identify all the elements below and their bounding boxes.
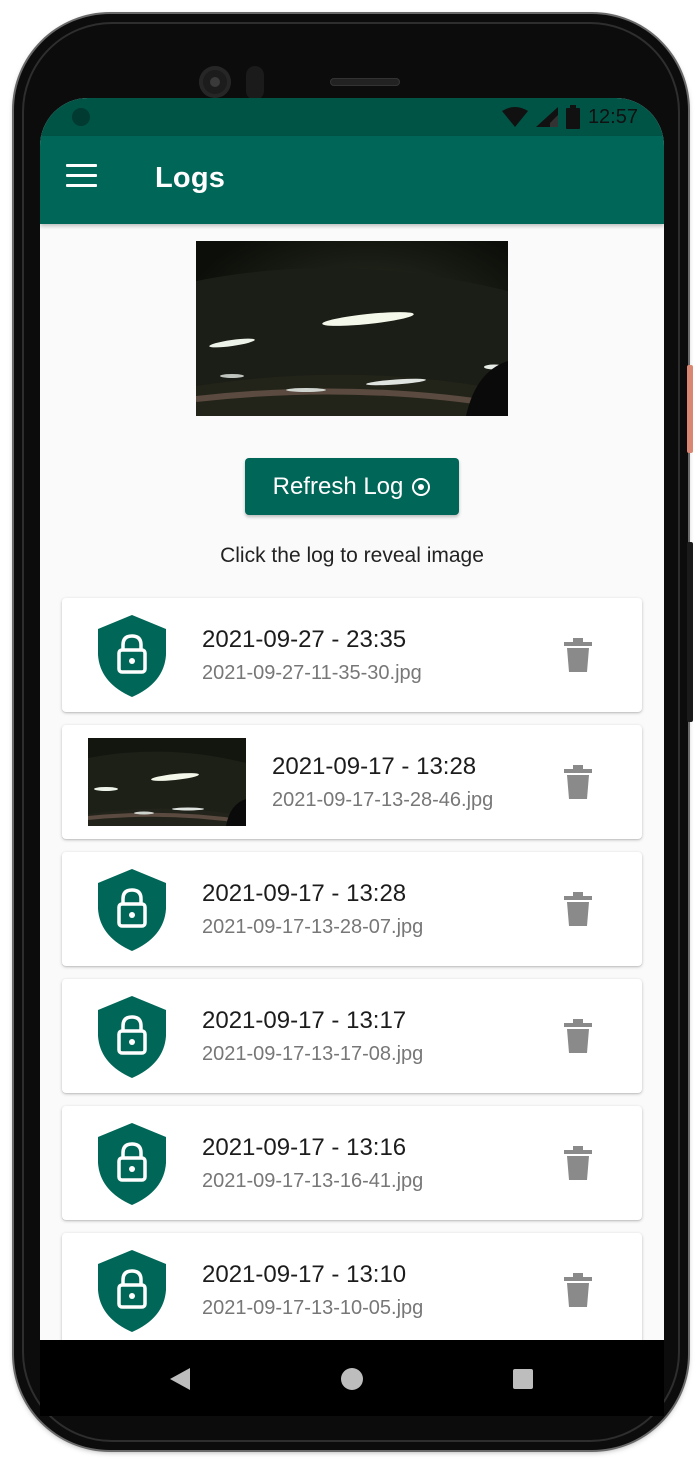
status-bar: 12:57 bbox=[40, 98, 664, 136]
refresh-log-button[interactable]: Refresh Log bbox=[245, 458, 459, 515]
hamburger-menu-icon[interactable] bbox=[66, 164, 100, 196]
refresh-log-label: Refresh Log bbox=[272, 472, 404, 500]
recents-icon[interactable] bbox=[513, 1369, 533, 1389]
log-filename: 2021-09-17-13-16-41.jpg bbox=[202, 1170, 424, 1192]
app-bar: Logs bbox=[40, 136, 664, 224]
log-item[interactable]: 2021-09-17 - 13:16 2021-09-17-13-16-41.j… bbox=[62, 1106, 642, 1220]
trash-icon[interactable] bbox=[564, 892, 592, 926]
locked-shield-icon bbox=[98, 1250, 166, 1332]
log-filename: 2021-09-27-11-35-30.jpg bbox=[202, 662, 422, 684]
battery-icon bbox=[565, 105, 580, 129]
earpiece-speaker bbox=[330, 78, 400, 86]
refresh-circle-icon bbox=[412, 477, 431, 496]
trash-icon[interactable] bbox=[564, 1019, 592, 1053]
status-time: 12:57 bbox=[587, 105, 638, 128]
log-timestamp: 2021-09-17 - 13:10 bbox=[202, 1261, 407, 1288]
front-camera bbox=[199, 66, 231, 98]
log-item[interactable]: 2021-09-17 - 13:28 2021-09-17-13-28-07.j… bbox=[62, 852, 642, 966]
reveal-hint-text: Click the log to reveal image bbox=[220, 544, 484, 567]
volume-rocker[interactable] bbox=[687, 542, 693, 722]
log-item[interactable]: 2021-09-17 - 13:10 2021-09-17-13-10-05.j… bbox=[62, 1233, 642, 1340]
locked-shield-icon bbox=[98, 869, 166, 951]
locked-shield-icon bbox=[98, 1123, 166, 1205]
log-filename: 2021-09-17-13-28-07.jpg bbox=[202, 916, 424, 938]
log-timestamp: 2021-09-17 - 13:28 bbox=[272, 753, 477, 780]
page-title: Logs bbox=[155, 162, 226, 194]
trash-icon[interactable] bbox=[564, 638, 592, 672]
trash-icon[interactable] bbox=[564, 1273, 592, 1307]
log-filename: 2021-09-17-13-10-05.jpg bbox=[202, 1297, 424, 1319]
log-filename: 2021-09-17-13-28-46.jpg bbox=[272, 789, 494, 811]
wifi-icon bbox=[501, 107, 528, 127]
log-filename: 2021-09-17-13-17-08.jpg bbox=[202, 1043, 424, 1065]
log-item[interactable]: 2021-09-17 - 13:28 2021-09-17-13-28-46.j… bbox=[62, 725, 642, 839]
home-icon[interactable] bbox=[341, 1368, 363, 1390]
log-timestamp: 2021-09-17 - 13:16 bbox=[202, 1134, 407, 1161]
locked-shield-icon bbox=[98, 615, 166, 697]
log-item[interactable]: 2021-09-27 - 23:35 2021-09-27-11-35-30.j… bbox=[62, 598, 642, 712]
log-timestamp: 2021-09-17 - 13:17 bbox=[202, 1007, 407, 1034]
content-area: Refresh Log Click the log to reveal imag… bbox=[40, 224, 664, 1340]
app-screen: 12:57 Logs Refresh Log Click the log to … bbox=[40, 98, 664, 1340]
trash-icon[interactable] bbox=[564, 765, 592, 799]
status-icons: 12:57 bbox=[501, 104, 638, 130]
punch-hole-camera bbox=[72, 108, 90, 126]
cell-signal-icon bbox=[535, 107, 558, 127]
latest-capture-image bbox=[196, 241, 508, 416]
locked-shield-icon bbox=[98, 996, 166, 1078]
log-thumbnail-image bbox=[88, 738, 246, 826]
proximity-sensor bbox=[246, 66, 264, 100]
power-button[interactable] bbox=[687, 365, 693, 453]
trash-icon[interactable] bbox=[564, 1146, 592, 1180]
log-timestamp: 2021-09-17 - 13:28 bbox=[202, 880, 407, 907]
log-timestamp: 2021-09-27 - 23:35 bbox=[202, 626, 407, 653]
log-item[interactable]: 2021-09-17 - 13:17 2021-09-17-13-17-08.j… bbox=[62, 979, 642, 1093]
system-nav-bar bbox=[40, 1340, 664, 1416]
back-icon[interactable] bbox=[170, 1368, 190, 1390]
